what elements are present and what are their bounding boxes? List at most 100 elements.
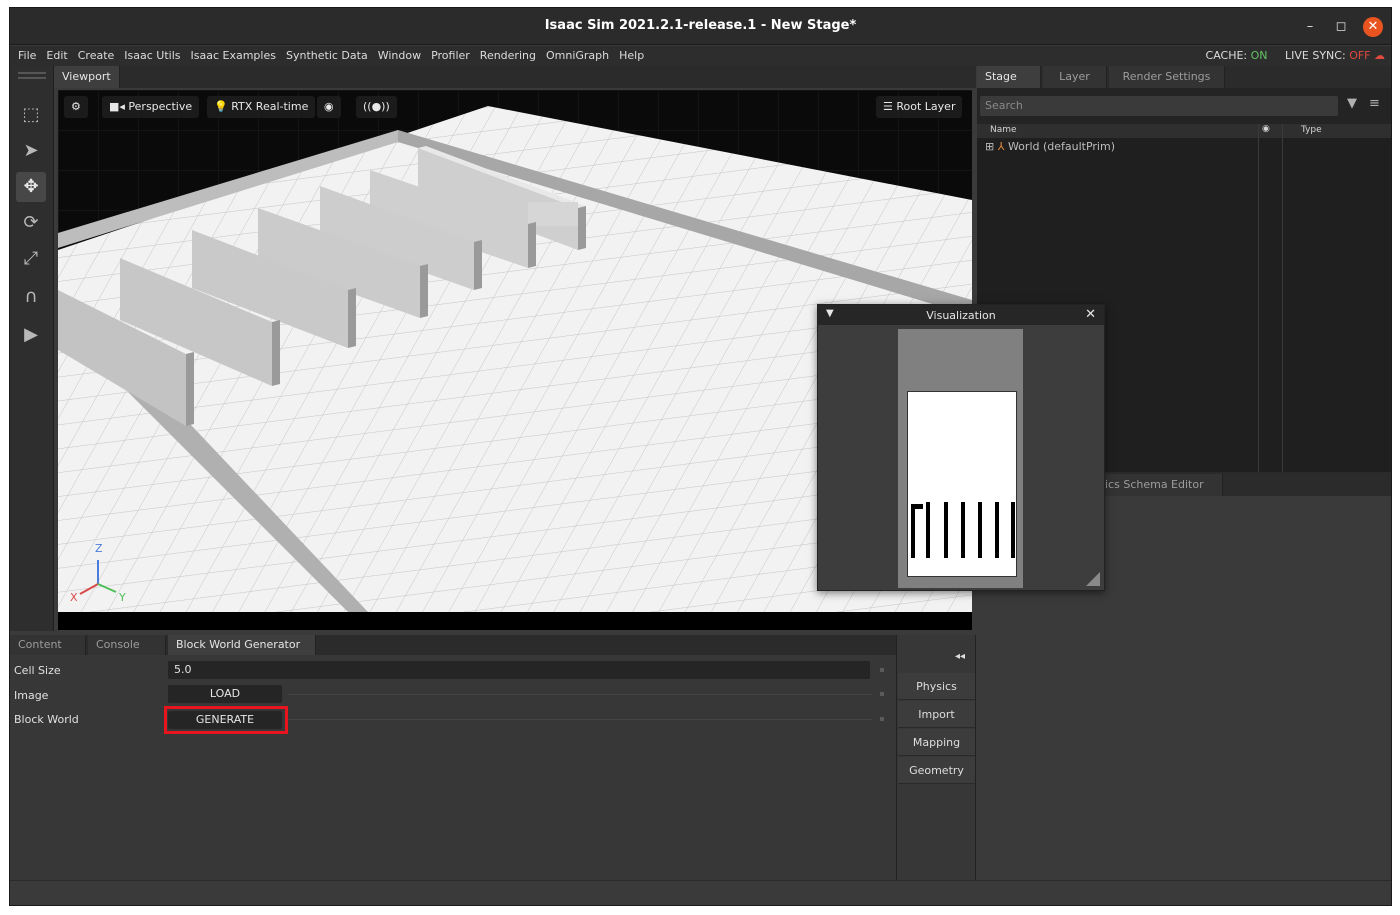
generate-highlight-box <box>164 706 288 734</box>
menu-list: File Edit Create Isaac Utils Isaac Examples S… <box>13 46 649 65</box>
cell-size-label: Cell Size <box>14 664 61 677</box>
rotate-icon[interactable]: ⟳ <box>16 208 46 238</box>
live-sync-status[interactable]: OFF <box>1349 49 1370 62</box>
live-sync-label: LIVE SYNC: <box>1285 49 1346 62</box>
toolbar-grip[interactable] <box>18 77 46 79</box>
close-button[interactable]: ✕ <box>1363 17 1383 37</box>
expand-plus-icon[interactable]: ⊞ <box>985 140 994 153</box>
block-world-generator-panel: Cell Size 5.0 Image LOAD Block World GEN… <box>10 655 896 880</box>
arrow-cursor-icon[interactable]: ➤ <box>16 136 46 166</box>
menu-file[interactable]: File <box>13 46 41 65</box>
stage-column-header: Name ◉ Type <box>977 124 1391 138</box>
column-type[interactable]: Type <box>1301 125 1322 135</box>
occupancy-map-image <box>907 391 1017 577</box>
toolbar-grip[interactable] <box>18 72 46 74</box>
visualization-window[interactable]: ▼ Visualization ✕ <box>817 304 1105 591</box>
settings-gear-icon[interactable]: ⚙ <box>64 96 88 118</box>
root-layer-button[interactable]: ☰ Root Layer <box>876 96 963 118</box>
app-window: Isaac Sim 2021.2.1-release.1 - New Stage… <box>9 7 1392 906</box>
tab-content[interactable]: Content <box>10 635 86 655</box>
root-layer-label: Root Layer <box>896 100 956 113</box>
snap-magnet-icon[interactable]: ∩ <box>16 282 46 312</box>
options-menu-icon[interactable]: ≡ <box>1369 96 1380 111</box>
filter-icon[interactable]: ▼ <box>1347 96 1357 111</box>
block-mark <box>913 504 923 509</box>
block-mark <box>944 502 948 558</box>
tab-console[interactable]: Console <box>88 635 166 655</box>
window-title: Isaac Sim 2021.2.1-release.1 - New Stage… <box>544 18 857 33</box>
menu-edit[interactable]: Edit <box>41 46 72 65</box>
viewport-tabbar: Viewport <box>54 66 976 88</box>
block-mark <box>1011 502 1015 558</box>
tree-item-label: World (defaultPrim) <box>1007 140 1115 153</box>
block-mark <box>961 502 965 558</box>
mapping-button[interactable]: Mapping <box>898 729 975 756</box>
menu-synthetic-data[interactable]: Synthetic Data <box>281 46 373 65</box>
tab-stage[interactable]: Stage <box>977 66 1041 88</box>
tab-render-settings[interactable]: Render Settings <box>1109 66 1225 88</box>
extension-side-panel: ◂◂ Physics Import Mapping Geometry <box>896 635 976 880</box>
axis-z-label: Z <box>95 542 103 555</box>
menu-profiler[interactable]: Profiler <box>426 46 475 65</box>
layers-icon: ☰ <box>883 100 893 113</box>
column-divider[interactable] <box>1258 124 1259 472</box>
tree-item[interactable]: ⊞ ⅄ World (defaultPrim) <box>985 140 1115 153</box>
menu-window[interactable]: Window <box>373 46 426 65</box>
maximize-button[interactable]: ◻ <box>1331 17 1351 37</box>
broadcast-icon[interactable]: ((●)) <box>356 96 397 118</box>
reset-dot[interactable] <box>880 717 884 721</box>
status-bar <box>10 880 1391 905</box>
load-button[interactable]: LOAD <box>168 685 282 703</box>
row-divider <box>288 719 872 720</box>
column-name[interactable]: Name <box>990 125 1017 135</box>
scale-icon[interactable]: ⤢ <box>16 244 46 274</box>
image-label: Image <box>14 689 49 702</box>
play-icon[interactable]: ▶ <box>16 320 46 350</box>
reset-dot[interactable] <box>880 692 884 696</box>
menu-rendering[interactable]: Rendering <box>475 46 541 65</box>
select-mode-icon[interactable]: ⬚ <box>16 100 46 130</box>
column-divider[interactable] <box>1282 124 1283 472</box>
close-icon[interactable]: ✕ <box>1085 307 1096 322</box>
minimize-button[interactable]: – <box>1300 17 1320 37</box>
menu-help[interactable]: Help <box>614 46 649 65</box>
tab-viewport[interactable]: Viewport <box>54 66 120 88</box>
block-mark <box>911 504 915 558</box>
move-icon[interactable]: ✥ <box>16 172 46 202</box>
tab-block-world-generator[interactable]: Block World Generator <box>168 635 316 655</box>
resize-handle[interactable] <box>1086 572 1100 586</box>
visualization-image-frame <box>898 329 1023 588</box>
block-mark <box>978 502 982 558</box>
physics-button[interactable]: Physics <box>898 673 975 700</box>
collapse-panel-icon[interactable]: ◂◂ <box>955 651 965 662</box>
bottom-tabbar: Content Console Block World Generator <box>10 635 896 655</box>
cloud-icon[interactable]: ☁ <box>1374 49 1385 62</box>
cache-status[interactable]: ON <box>1251 49 1268 62</box>
block-world-label: Block World <box>14 713 79 726</box>
axis-x-label: X <box>70 591 78 604</box>
geometry-button[interactable]: Geometry <box>898 757 975 784</box>
visualization-titlebar[interactable]: ▼ Visualization ✕ <box>818 305 1104 325</box>
menu-isaac-examples[interactable]: Isaac Examples <box>186 46 281 65</box>
cell-size-input[interactable]: 5.0 <box>168 661 870 679</box>
tab-physics-schema-editor[interactable]: ics Schema Editor <box>1097 474 1223 496</box>
menu-isaac-utils[interactable]: Isaac Utils <box>119 46 185 65</box>
reset-dot[interactable] <box>880 668 884 672</box>
menu-bar: File Edit Create Isaac Utils Isaac Examples S… <box>10 46 1391 66</box>
render-mode-button[interactable]: 💡 RTX Real-time <box>207 96 316 118</box>
visualization-title: Visualization <box>926 309 996 322</box>
stage-search-input[interactable]: Search <box>980 96 1338 116</box>
stage-tabbar: Stage Layer Render Settings <box>977 66 1391 88</box>
xform-axis-icon: ⅄ <box>997 140 1005 153</box>
row-divider <box>288 694 872 695</box>
menu-omnigraph[interactable]: OmniGraph <box>541 46 614 65</box>
camera-button[interactable]: ■◂ Perspective <box>102 96 200 118</box>
column-visibility-eye-icon[interactable]: ◉ <box>1262 124 1270 134</box>
block-mark <box>995 502 999 558</box>
import-button[interactable]: Import <box>898 701 975 728</box>
lightbulb-icon: 💡 <box>214 100 228 113</box>
menu-create[interactable]: Create <box>73 46 120 65</box>
render-mode-label: RTX Real-time <box>231 100 309 113</box>
visibility-eye-icon[interactable]: ◉ <box>317 96 341 118</box>
tab-layer[interactable]: Layer <box>1043 66 1107 88</box>
